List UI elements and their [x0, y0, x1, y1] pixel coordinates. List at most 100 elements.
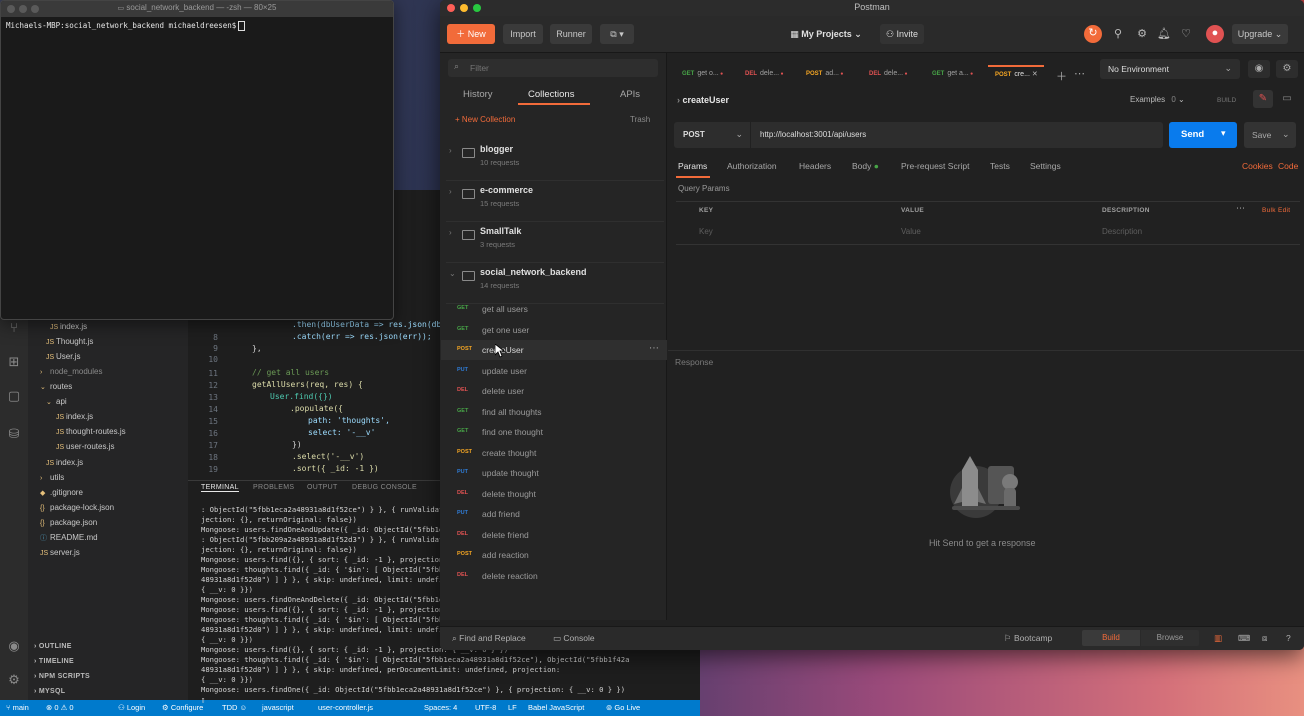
request-tab[interactable]: POST cre... ✕ — [995, 70, 1038, 78]
status-encoding[interactable]: UTF-8 — [475, 703, 496, 712]
tree-folder[interactable]: › utils — [40, 471, 64, 485]
request-item[interactable]: DEL delete thought — [441, 484, 667, 504]
request-item[interactable]: PUT update thought — [441, 463, 667, 483]
import-button[interactable]: Import — [503, 24, 543, 44]
tab-problems[interactable]: PROBLEMS — [253, 484, 294, 491]
terminal-prompt[interactable]: Michaels-MBP:social_network_backend mich… — [6, 21, 246, 31]
request-item[interactable]: POSTcreateUser⋯ — [441, 340, 667, 360]
tab-output[interactable]: OUTPUT — [307, 484, 338, 491]
bootcamp-button[interactable]: ⚐ Bootcamp — [1004, 633, 1052, 644]
manage-environments-icon[interactable]: ⚙ — [1276, 60, 1298, 78]
tab-headers[interactable]: Headers — [799, 161, 831, 171]
tree-item[interactable]: JS thought-routes.js — [56, 425, 126, 439]
request-tab[interactable]: GET get o... ● — [682, 70, 723, 77]
extensions-icon[interactable]: ⊞ — [6, 354, 22, 370]
tree-folder[interactable]: ⌄ api — [46, 395, 67, 409]
new-collection-button[interactable]: + New Collection — [455, 115, 515, 124]
workspace-switcher[interactable]: ▦ My Projects ⌄ — [780, 24, 872, 44]
tree-item[interactable]: JS index.js — [56, 410, 93, 424]
settings-icon[interactable]: ⚙ — [1134, 26, 1150, 42]
request-item[interactable]: GET find all thoughts — [441, 402, 667, 422]
help-icon[interactable]: ? — [1286, 633, 1291, 643]
collection-social-network-backend[interactable]: ⌄ social_network_backend 14 requests — [446, 263, 664, 304]
status-problems[interactable]: ⊗ 0 ⚠ 0 — [46, 703, 74, 712]
code-link[interactable]: Code — [1278, 161, 1298, 171]
status-eol[interactable]: LF — [508, 703, 517, 712]
sync-icon[interactable]: ↻ — [1084, 25, 1102, 43]
status-indent[interactable]: Spaces: 4 — [424, 703, 457, 712]
request-item[interactable]: PUT update user — [441, 361, 667, 381]
new-button[interactable]: ＋ New — [447, 24, 495, 44]
request-tab[interactable]: GET get a... ● — [932, 70, 973, 77]
notifications-icon[interactable]: 🔔︎ — [1156, 26, 1172, 42]
add-tab-icon[interactable]: ＋ — [1056, 68, 1067, 84]
request-item[interactable]: DEL delete friend — [441, 525, 667, 545]
outline-section[interactable]: › OUTLINE — [34, 643, 72, 650]
tree-item[interactable]: JS User.js — [46, 350, 80, 364]
filter-input[interactable] — [468, 60, 652, 76]
timeline-section[interactable]: › TIMELINE — [34, 658, 74, 665]
key-input[interactable]: Key — [699, 227, 713, 236]
new-window-button[interactable]: ⧉ ▾ — [600, 24, 634, 44]
status-branch[interactable]: ⑂ main — [6, 703, 29, 712]
remote-explorer-icon[interactable]: ▢ — [6, 388, 22, 404]
request-tab[interactable]: DEL dele... ● — [745, 70, 784, 77]
examples-dropdown[interactable]: Examples 0 ⌄ — [1130, 95, 1185, 104]
request-item[interactable]: POST add reaction — [441, 545, 667, 565]
request-item[interactable]: GET get one user — [441, 320, 667, 340]
request-item[interactable]: DEL delete reaction — [441, 566, 667, 586]
comments-icon[interactable]: ▭ — [1277, 90, 1297, 108]
tab-tests[interactable]: Tests — [990, 161, 1010, 171]
bulk-edit-link[interactable]: Bulk Edit — [1262, 207, 1290, 214]
terminal-window[interactable]: ▭ social_network_backend — -zsh — 80×25 … — [0, 0, 394, 320]
tree-item[interactable]: ⓘ README.md — [40, 531, 98, 545]
browse-mode-button[interactable]: Browse — [1141, 630, 1199, 646]
tree-item[interactable]: ◆ .gitignore — [40, 486, 83, 500]
environment-quick-look-icon[interactable]: ◉ — [1248, 60, 1270, 78]
value-input[interactable]: Value — [901, 227, 921, 236]
tree-folder[interactable]: › node_modules — [40, 365, 102, 379]
tab-terminal[interactable]: TERMINAL — [201, 484, 239, 492]
more-tabs-icon[interactable]: ⋯ — [1074, 67, 1085, 80]
postman-titlebar[interactable]: Postman — [440, 0, 1304, 16]
tab-authorization[interactable]: Authorization — [727, 161, 777, 171]
satellite-icon[interactable]: ⚲ — [1110, 26, 1126, 42]
cookies-link[interactable]: Cookies — [1242, 161, 1273, 171]
account-icon[interactable]: ◉ — [6, 638, 22, 654]
upgrade-button[interactable]: Upgrade ⌄ — [1232, 24, 1288, 44]
capture-icon[interactable]: ⧈ — [1262, 633, 1267, 644]
tab-settings[interactable]: Settings — [1030, 161, 1061, 171]
request-tab[interactable]: POST ad... ● — [806, 70, 843, 77]
find-replace-button[interactable]: ⌕ Find and Replace — [452, 633, 526, 644]
build-mode-button[interactable]: Build — [1082, 630, 1140, 646]
request-item[interactable]: GET find one thought — [441, 422, 667, 442]
status-language[interactable]: Babel JavaScript — [528, 703, 584, 712]
status-login[interactable]: ⚇ Login — [118, 703, 145, 712]
more-options-icon[interactable]: ⋯ — [1236, 203, 1245, 214]
tree-item[interactable]: {} package.json — [40, 516, 97, 530]
request-tab[interactable]: DEL dele... ● — [869, 70, 908, 77]
filter-input-wrapper[interactable]: ⌕ — [448, 59, 658, 77]
invite-button[interactable]: ⚇ Invite — [880, 24, 924, 44]
mysql-section[interactable]: › MYSQL — [34, 688, 65, 695]
status-go-live[interactable]: ⊚ Go Live — [606, 703, 640, 712]
npm-scripts-section[interactable]: › NPM SCRIPTS — [34, 673, 90, 680]
response-divider[interactable] — [668, 350, 1304, 351]
save-button[interactable]: Save ⌄ — [1244, 122, 1296, 148]
heart-icon[interactable]: ♡ — [1178, 26, 1194, 42]
tab-apis[interactable]: APIs — [620, 89, 640, 100]
tab-pre-request-script[interactable]: Pre-request Script — [901, 161, 970, 171]
settings-gear-icon[interactable]: ⚙ — [6, 672, 22, 688]
collection-blogger[interactable]: › blogger 10 requests — [446, 140, 664, 181]
terminal-titlebar[interactable]: ▭ social_network_backend — -zsh — 80×25 — [1, 1, 393, 17]
send-button[interactable]: Send ▾ — [1169, 122, 1237, 148]
edit-icon[interactable]: ✎ — [1253, 90, 1273, 108]
tree-folder[interactable]: ⌄ routes — [40, 380, 72, 394]
runner-button[interactable]: Runner — [550, 24, 592, 44]
status-tdd[interactable]: TDD ☺ — [222, 703, 247, 712]
tree-item[interactable]: JS index.js — [50, 320, 87, 334]
status-filename[interactable]: user-controller.js — [318, 703, 373, 712]
method-select[interactable]: POST ⌄ — [674, 122, 750, 148]
tab-debug-console[interactable]: DEBUG CONSOLE — [352, 484, 417, 491]
trash-button[interactable]: Trash — [630, 115, 650, 124]
